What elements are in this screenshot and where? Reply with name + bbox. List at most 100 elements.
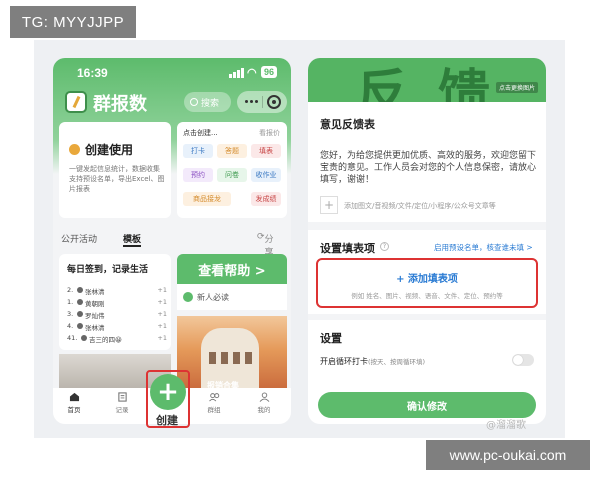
avatar <box>77 311 83 317</box>
tab-records-label: 记录 <box>115 406 129 414</box>
view-help-button[interactable]: 查看帮助 > <box>177 254 287 284</box>
building-shape <box>201 328 259 388</box>
add-field-title: + 添加填表项 <box>396 274 458 285</box>
home-icon <box>69 392 79 402</box>
plus-count: +1 <box>157 298 167 306</box>
help-icon[interactable]: ? <box>380 242 389 251</box>
mini-program-capsule[interactable] <box>237 91 287 113</box>
tab-home[interactable]: 首页 <box>59 392 89 414</box>
chip-homework[interactable]: 收作业 <box>251 168 281 182</box>
list-item: 4. 张林清 +1 <box>67 322 167 332</box>
form-banner-image[interactable]: 反馈 点击更换图片 <box>308 58 546 102</box>
field-setup-section: 设置填表项 ? 启用预设名单，核查谁未填 > + 添加填表项 例如 姓名、图片、… <box>308 230 546 314</box>
loop-checkin-sub: (按天、按周循环填) <box>368 358 426 366</box>
getting-started-desc: 一键发起信息统计，数据收集支持预设名单，导出Excel、图片报表 <box>69 165 165 193</box>
form-title[interactable]: 意见反馈表 <box>320 116 375 132</box>
newbie-guide-label: 新人必读 <box>197 292 229 302</box>
list-item: 41. 吉三的四😀 +1 <box>67 334 167 344</box>
change-image-tag[interactable]: 点击更换图片 <box>495 82 538 93</box>
rank: 41. <box>67 334 78 342</box>
field-setup-title: 设置填表项 <box>320 242 375 255</box>
plus-count: +1 <box>157 334 167 342</box>
confirm-edit-button[interactable]: 确认修改 <box>318 392 536 418</box>
search-placeholder: 搜索 <box>201 98 220 109</box>
profile-icon <box>259 392 269 402</box>
chip-checkin[interactable]: 打卡 <box>183 144 213 158</box>
chip-survey[interactable]: 问卷 <box>217 168 247 182</box>
plus-count: +1 <box>157 310 167 318</box>
add-attachment-icon[interactable]: + <box>320 196 338 214</box>
watermark-top: TG: MYYJJPP <box>10 6 136 38</box>
rank: 3. <box>67 310 74 318</box>
chip-form[interactable]: 填表 <box>251 144 281 158</box>
info-icon <box>183 292 193 302</box>
battery-icon: 96 <box>261 66 278 78</box>
template-thumbnail-building[interactable]: 报销合集 <box>177 316 287 390</box>
chip-booking[interactable]: 预约 <box>183 168 213 182</box>
records-icon <box>117 392 127 402</box>
signal-icon <box>229 68 244 78</box>
quick-create-more[interactable]: 看报价 <box>259 128 280 138</box>
watermark-middle: @溜溜歌 <box>486 420 526 431</box>
loop-checkin-toggle[interactable] <box>512 354 534 366</box>
banner-text: 反馈 <box>356 65 521 102</box>
search-button[interactable]: 搜索 <box>184 92 231 112</box>
quick-create-card: 点击创建... 看报价 打卡 答题 填表 预约 问卷 收作业 商品接龙 发成绩 <box>177 122 287 218</box>
member-name: 张林清 <box>85 288 105 296</box>
tab-templates[interactable]: 模板 <box>123 232 142 247</box>
chip-scores[interactable]: 发成绩 <box>251 192 281 206</box>
preset-list-link[interactable]: 启用预设名单，核查谁未填 > <box>434 242 533 253</box>
chip-quiz[interactable]: 答题 <box>217 144 247 158</box>
tab-mine[interactable]: 我的 <box>249 392 279 414</box>
attachment-row[interactable]: + 添加图文/音视频/文件/定位/小程序/公众号文章等 <box>320 196 536 216</box>
status-time: 16:39 <box>77 66 108 80</box>
app-logo-icon <box>65 91 87 113</box>
bulb-icon <box>69 144 80 155</box>
member-name: 张林清 <box>85 324 105 332</box>
tab-mine-label: 我的 <box>257 406 271 414</box>
capsule-divider <box>262 96 263 108</box>
right-phone: 反馈 点击更换图片 意见反馈表 您好，为给您提供更加优质、高效的服务，欢迎您留下… <box>308 58 546 424</box>
segment-tabs: 公开活动 模板 ⟳ 分享 <box>61 232 287 258</box>
form-description[interactable]: 您好，为给您提供更加优质、高效的服务，欢迎您留下宝贵的意见。工作人员会对您的个人… <box>320 150 536 186</box>
checkin-template-card[interactable]: 每日签到，记录生活 2. 张林清 +1 1. 黄朝刚 +1 3. 罗灿伟 +1 … <box>59 254 171 350</box>
add-field-desc: 例如 姓名、图片、视频、语音、文件、定位、预约等 <box>351 292 503 300</box>
list-item: 1. 黄朝刚 +1 <box>67 298 167 308</box>
tab-groups[interactable]: 群组 <box>199 392 229 414</box>
close-target-icon[interactable] <box>267 95 281 109</box>
form-info-card: 意见反馈表 您好，为给您提供更加优质、高效的服务，欢迎您留下宝贵的意见。工作人员… <box>308 102 546 222</box>
plus-count: +1 <box>157 286 167 294</box>
getting-started-card[interactable]: 创建使用 一键发起信息统计，数据收集支持预设名单，导出Excel、图片报表 <box>59 122 171 218</box>
search-icon <box>190 98 198 106</box>
getting-started-title: 创建使用 <box>85 143 134 157</box>
tab-records[interactable]: 记录 <box>107 392 137 414</box>
app-title: 群报数 <box>93 94 147 115</box>
groups-icon <box>208 393 219 402</box>
avatar <box>77 287 83 293</box>
settings-title: 设置 <box>320 332 342 345</box>
more-dots-icon[interactable] <box>245 100 259 104</box>
avatar <box>81 335 87 341</box>
tab-public-events[interactable]: 公开活动 <box>61 232 97 245</box>
quick-create-heading: 点击创建... <box>183 129 218 137</box>
status-bar: 16:39 ◠ 96 <box>77 66 278 80</box>
attachment-hint: 添加图文/音视频/文件/定位/小程序/公众号文章等 <box>344 202 496 210</box>
tab-home-label: 首页 <box>67 406 81 414</box>
loop-checkin-text: 开启循环打卡 <box>320 357 368 366</box>
add-field-button[interactable]: + 添加填表项 例如 姓名、图片、视频、语音、文件、定位、预约等 <box>316 258 538 308</box>
member-name: 吉三的四😀 <box>89 336 122 344</box>
list-item: 3. 罗灿伟 +1 <box>67 310 167 320</box>
share-button[interactable]: ⟳ 分享 <box>257 232 274 258</box>
chip-product-chain[interactable]: 商品接龙 <box>183 192 231 206</box>
watermark-bottom: www.pc-oukai.com <box>426 440 590 470</box>
member-name: 黄朝刚 <box>85 300 105 308</box>
list-item: 2. 张林清 +1 <box>67 286 167 296</box>
tab-groups-label: 群组 <box>207 406 221 414</box>
rank: 4. <box>67 322 74 330</box>
settings-section: 设置 开启循环打卡(按天、按周循环填) 确认修改 <box>308 320 546 424</box>
avatar <box>77 323 83 329</box>
newbie-guide-link[interactable]: 新人必读 <box>177 284 287 310</box>
member-name: 罗灿伟 <box>85 312 105 320</box>
screenshot-canvas: TG: MYYJJPP 16:39 ◠ 96 群报数 搜索 创建使用 一键发起信… <box>0 0 600 480</box>
highlight-box-create <box>146 370 190 428</box>
